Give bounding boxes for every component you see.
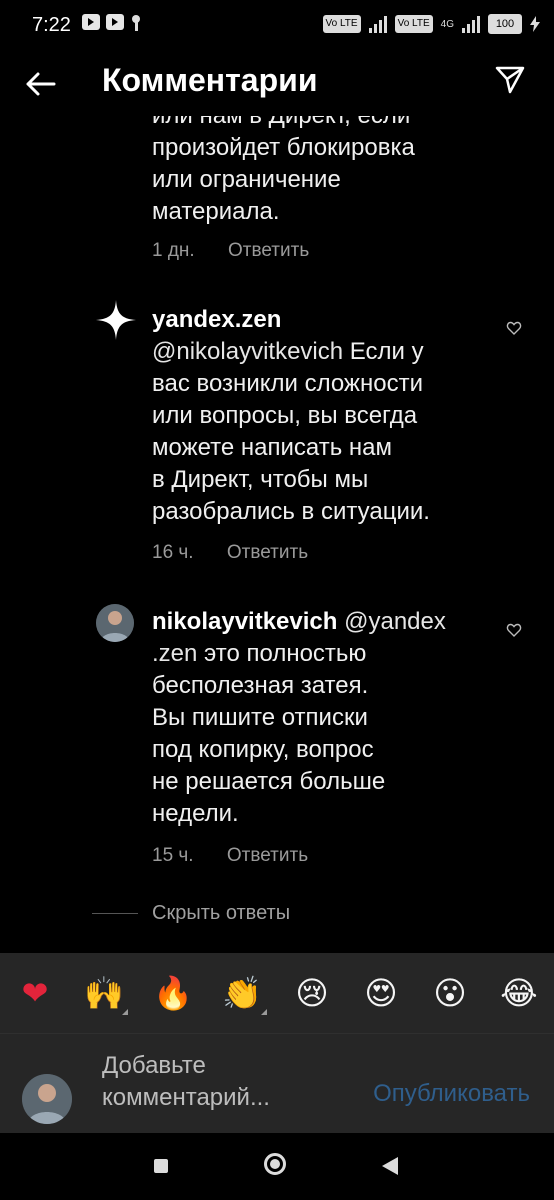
heart-eyes-emoji-button[interactable]: 😍 <box>361 973 401 1013</box>
reply-button[interactable]: Ответить <box>228 240 309 261</box>
notification-icons <box>82 14 142 32</box>
comment-username[interactable]: nikolayvitkevich <box>152 608 337 635</box>
page-title: Комментарии <box>102 62 318 98</box>
status-time: 7:22 <box>32 14 71 36</box>
comment-text: nikolayvitkevich @yandex .zen это полнос… <box>152 608 446 827</box>
nav-back-icon[interactable] <box>382 1157 398 1175</box>
reply-button[interactable]: Ответить <box>227 845 308 866</box>
app-header: Комментарии <box>0 50 554 116</box>
mention-link[interactable]: @yandex <box>344 608 446 635</box>
variant-indicator-icon <box>261 1009 267 1015</box>
signal-icon <box>462 15 480 33</box>
comment-input[interactable]: Добавьте комментарий... <box>102 1050 322 1114</box>
back-arrow-icon[interactable] <box>20 64 60 104</box>
comment-meta: 15 ч. Ответить <box>152 845 308 867</box>
recent-apps-icon[interactable] <box>154 1159 168 1173</box>
comment-time: 1 дн. <box>152 240 195 261</box>
fire-emoji-button[interactable]: 🔥 <box>153 973 193 1013</box>
mention-link[interactable]: @nikolayvitkevich <box>152 338 343 365</box>
user-avatar[interactable] <box>96 604 134 642</box>
volte-icon: Vo LTE <box>394 15 433 33</box>
comments-list[interactable]: или нам в Директ, если произойдет блокир… <box>0 116 554 950</box>
divider-line <box>92 913 138 914</box>
crying-face-emoji-button[interactable]: 😢 <box>292 973 332 1013</box>
emoji-reaction-bar: ❤ 🙌 🔥 👏 😢 😍 😮 😂 <box>0 953 554 1033</box>
system-icons: Vo LTE Vo LTE 4G 100 <box>322 14 540 34</box>
like-heart-icon[interactable] <box>506 320 522 336</box>
like-heart-icon[interactable] <box>506 622 522 638</box>
comment-time: 15 ч. <box>152 845 194 866</box>
avatar-image <box>96 604 134 642</box>
comment-username[interactable]: yandex.zen <box>152 306 281 333</box>
sparkle-avatar-icon[interactable] <box>94 298 138 342</box>
reply-button[interactable]: Ответить <box>227 542 308 563</box>
avatar-image <box>22 1074 72 1124</box>
youtube-icon <box>82 14 100 30</box>
direct-send-icon[interactable] <box>494 64 526 96</box>
current-user-avatar <box>22 1074 72 1124</box>
tears-of-joy-emoji-button[interactable]: 😂 <box>499 973 539 1013</box>
charging-icon <box>530 16 540 32</box>
mention-link[interactable]: .zen <box>152 640 197 667</box>
comment-text: или нам в Директ, если произойдет блокир… <box>152 116 415 225</box>
youtube-icon <box>106 14 124 30</box>
key-icon <box>132 15 140 31</box>
volte-icon: Vo LTE <box>322 15 361 33</box>
status-bar: 7:22 Vo LTE Vo LTE 4G 100 <box>0 0 554 50</box>
comment-meta: 1 дн. Ответить <box>152 240 309 262</box>
variant-indicator-icon <box>122 1009 128 1015</box>
red-heart-emoji-button[interactable]: ❤ <box>15 973 55 1013</box>
system-nav-bar <box>0 1133 554 1200</box>
home-icon[interactable] <box>264 1153 286 1175</box>
comment-meta: 16 ч. Ответить <box>152 542 308 564</box>
network-type: 4G <box>440 18 454 30</box>
comment-time: 16 ч. <box>152 542 194 563</box>
signal-icon <box>368 15 387 33</box>
surprised-face-emoji-button[interactable]: 😮 <box>430 973 470 1013</box>
comment-composer: Добавьте комментарий... Опубликовать <box>0 1033 554 1134</box>
raising-hands-emoji-button[interactable]: 🙌 <box>84 973 124 1013</box>
comment-text: yandex.zen @nikolayvitkevich Если у вас … <box>152 306 430 525</box>
battery-icon: 100 <box>488 14 522 34</box>
clapping-hands-emoji-button[interactable]: 👏 <box>222 973 262 1013</box>
publish-button[interactable]: Опубликовать <box>373 1080 530 1108</box>
hide-replies-label: Скрыть ответы <box>152 902 291 924</box>
